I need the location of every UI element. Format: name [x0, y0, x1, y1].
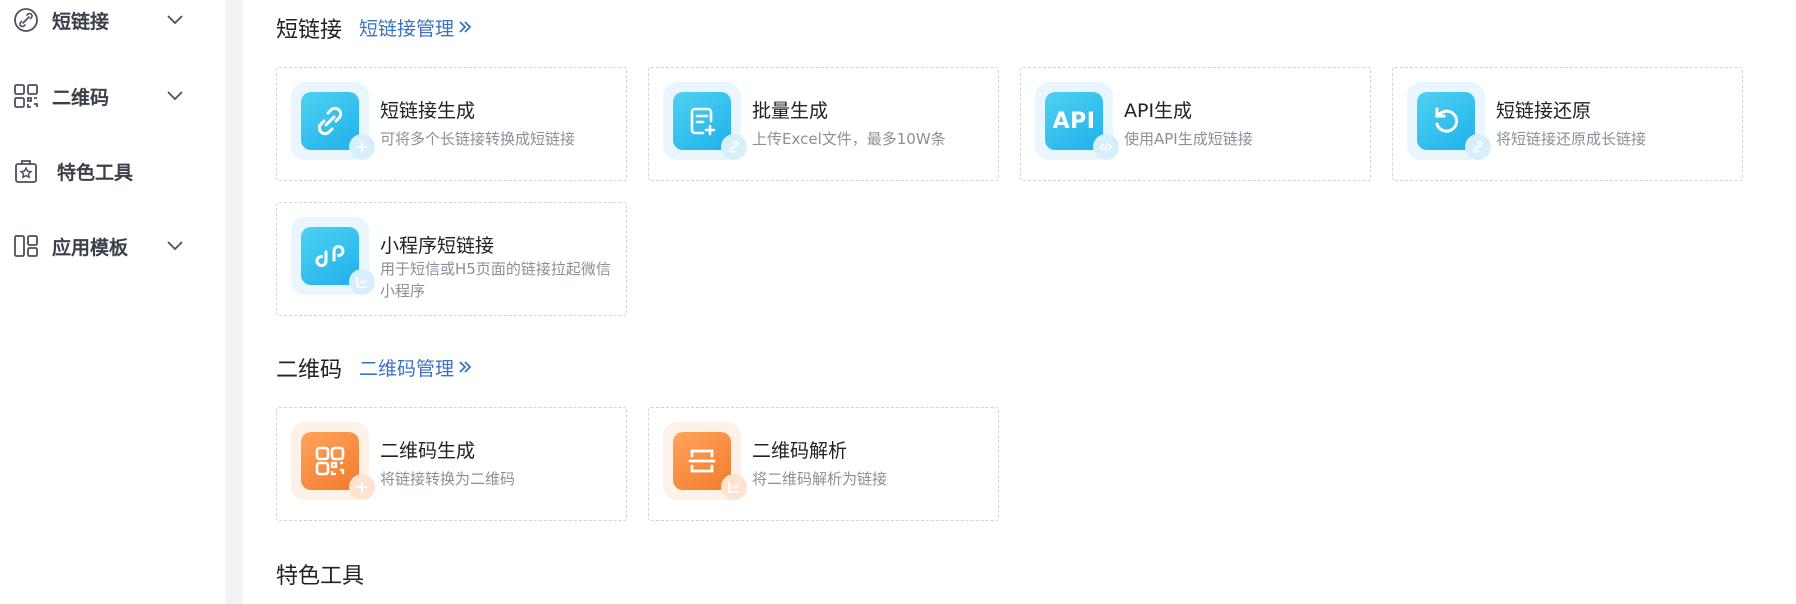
card-title: 二维码生成 — [380, 440, 476, 462]
code-icon — [1093, 134, 1119, 160]
qrcode-icon — [12, 82, 40, 110]
sidebar-divider — [225, 0, 243, 604]
link-circle-icon — [12, 6, 40, 34]
star-bag-icon — [12, 157, 40, 185]
scan-icon — [663, 422, 747, 500]
link-icon — [291, 82, 375, 160]
card-title: API生成 — [1124, 100, 1193, 122]
card-desc: 使用API生成短链接 — [1124, 130, 1253, 148]
sidebar-item-label: 应用模板 — [52, 236, 129, 259]
card-qrcode-parse[interactable]: 二维码解析 将二维码解析为链接 — [648, 407, 999, 521]
section-title-shortlink: 短链接 — [276, 18, 343, 43]
card-batch-generate[interactable]: 批量生成 上传Excel文件，最多10W条 — [648, 67, 999, 181]
chevron-down-icon[interactable] — [164, 235, 186, 257]
restore-icon — [1407, 82, 1491, 160]
card-miniprogram-shortlink[interactable]: 小程序短链接 用于短信或H5页面的链接拉起微信小程序 — [276, 202, 627, 316]
card-api-generate[interactable]: API API生成 使用API生成短链接 — [1020, 67, 1371, 181]
link-badge-icon — [721, 134, 747, 160]
qrcode-manage-label: 二维码管理 — [359, 358, 455, 380]
chevron-down-icon[interactable] — [164, 9, 186, 31]
qrcode-generate-icon — [291, 422, 375, 500]
document-add-icon — [663, 82, 747, 160]
section-title-tools: 特色工具 — [276, 564, 365, 589]
plus-icon — [349, 474, 375, 500]
card-shortlink-generate[interactable]: 短链接生成 可将多个长链接转换成短链接 — [276, 67, 627, 181]
card-qrcode-generate[interactable]: 二维码生成 将链接转换为二维码 — [276, 407, 627, 521]
card-title: 二维码解析 — [752, 440, 848, 462]
card-desc: 将二维码解析为链接 — [752, 470, 888, 488]
chart-icon — [721, 474, 747, 500]
sidebar-item-templates[interactable]: 应用模板 — [0, 224, 225, 268]
card-desc: 将短链接还原成长链接 — [1496, 130, 1647, 148]
template-icon — [12, 232, 40, 260]
sidebar-item-shortlink[interactable]: 短链接 — [0, 0, 225, 42]
card-title: 短链接生成 — [380, 100, 476, 122]
double-chevron-right-icon — [458, 357, 472, 379]
sidebar: 短链接 二维码 特色工具 应用模板 — [0, 0, 225, 604]
double-chevron-right-icon — [458, 17, 472, 39]
card-desc: 用于短信或H5页面的链接拉起微信小程序 — [380, 260, 611, 300]
miniprogram-icon — [291, 217, 375, 295]
shortlink-manage-link[interactable]: 短链接管理 — [359, 14, 472, 41]
card-title: 小程序短链接 — [380, 235, 495, 257]
sidebar-item-label: 特色工具 — [57, 161, 134, 184]
link-badge-icon — [1465, 134, 1491, 160]
api-icon-text: API — [1052, 108, 1096, 134]
card-desc: 将链接转换为二维码 — [380, 470, 516, 488]
shortlink-manage-label: 短链接管理 — [359, 18, 455, 40]
sidebar-item-label: 短链接 — [52, 10, 110, 33]
card-title: 批量生成 — [752, 100, 829, 122]
plus-icon — [349, 134, 375, 160]
card-desc: 可将多个长链接转换成短链接 — [380, 130, 576, 148]
card-desc: 上传Excel文件，最多10W条 — [752, 130, 946, 148]
api-icon: API — [1035, 82, 1119, 160]
sidebar-item-tools[interactable]: 特色工具 — [0, 149, 225, 193]
sidebar-item-qrcode[interactable]: 二维码 — [0, 74, 225, 118]
qrcode-manage-link[interactable]: 二维码管理 — [359, 354, 472, 381]
chart-icon — [349, 269, 375, 295]
sidebar-item-label: 二维码 — [52, 86, 110, 109]
section-title-qrcode: 二维码 — [276, 358, 343, 383]
card-shortlink-restore[interactable]: 短链接还原 将短链接还原成长链接 — [1392, 67, 1743, 181]
chevron-down-icon[interactable] — [164, 85, 186, 107]
main-content: 短链接 短链接管理 短链接生成 可将多个长链接转换成短链接 批量生成 上传Exc… — [243, 0, 1796, 604]
card-title: 短链接还原 — [1496, 100, 1592, 122]
